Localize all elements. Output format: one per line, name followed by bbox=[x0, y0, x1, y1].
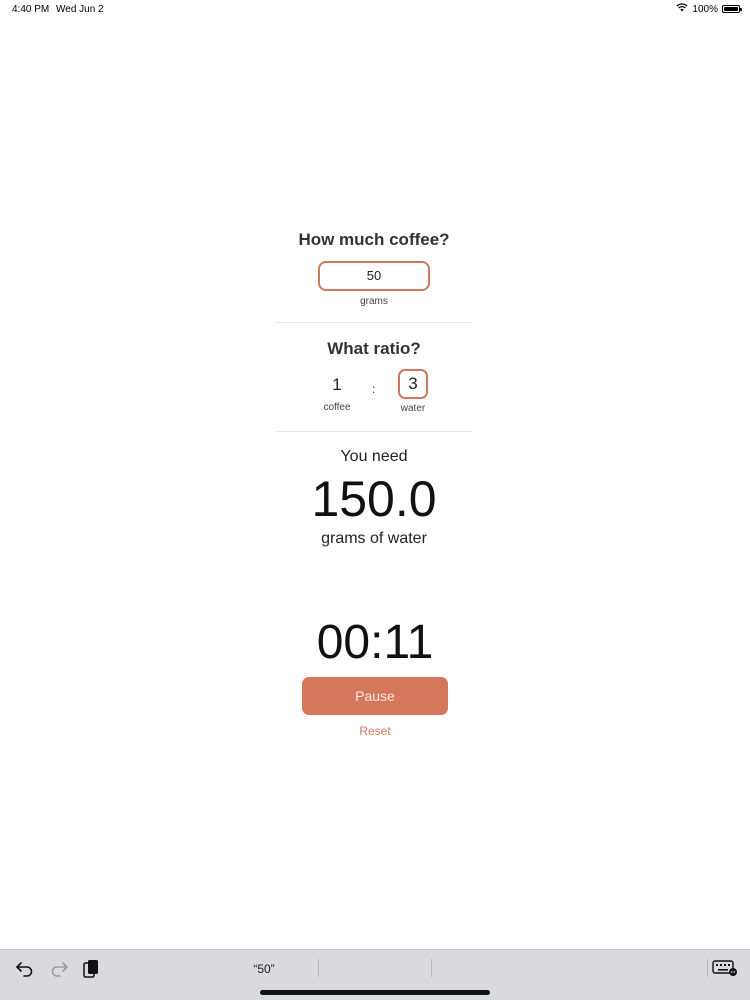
coffee-section: How much coffee? 50 grams bbox=[276, 225, 472, 323]
result-label: You need bbox=[340, 448, 408, 465]
status-bar: 4:40 PM Wed Jun 2 100% bbox=[0, 0, 750, 20]
ratio-row: 1 coffee : 3 water bbox=[276, 369, 472, 419]
suggestion-divider bbox=[318, 959, 319, 977]
home-indicator[interactable] bbox=[260, 990, 490, 995]
status-time: 4:40 PM bbox=[12, 4, 50, 15]
battery-percentage: 100% bbox=[692, 3, 718, 15]
result-value: 150.0 bbox=[311, 471, 437, 527]
ratio-water-label: water bbox=[400, 403, 426, 414]
ratio-coffee: 1 coffee bbox=[320, 375, 354, 413]
ratio-title: What ratio? bbox=[327, 339, 421, 358]
paste-icon[interactable] bbox=[82, 959, 100, 984]
result-unit: grams of water bbox=[321, 530, 427, 547]
undo-icon[interactable] bbox=[15, 959, 35, 982]
keyboard-icon[interactable] bbox=[712, 959, 738, 982]
autocomplete-suggestion[interactable]: “50” bbox=[240, 962, 288, 976]
wifi-icon bbox=[676, 3, 688, 15]
status-right: 100% bbox=[676, 3, 742, 15]
timer-display: 00:11 bbox=[316, 616, 434, 669]
ratio-separator: : bbox=[372, 382, 376, 396]
coffee-unit-label: grams bbox=[360, 296, 388, 307]
battery-icon bbox=[722, 5, 742, 13]
coffee-title: How much coffee? bbox=[298, 230, 450, 249]
ratio-coffee-label: coffee bbox=[323, 402, 351, 413]
ratio-section: What ratio? 1 coffee : 3 water bbox=[276, 323, 472, 432]
toolbar-divider bbox=[707, 959, 708, 977]
status-date: Wed Jun 2 bbox=[56, 4, 104, 15]
suggestion-divider bbox=[431, 959, 432, 977]
result-section: You need 150.0 grams of water bbox=[276, 432, 472, 548]
app-screen: 4:40 PM Wed Jun 2 100% How much coffee? … bbox=[0, 0, 750, 1000]
ratio-coffee-value[interactable]: 1 bbox=[320, 375, 354, 395]
pause-button[interactable]: Pause bbox=[302, 677, 448, 715]
ratio-water: 3 water bbox=[396, 369, 430, 414]
redo-icon[interactable] bbox=[49, 959, 69, 982]
calculator-panel: How much coffee? 50 grams What ratio? 1 … bbox=[276, 225, 472, 548]
coffee-grams-input[interactable]: 50 bbox=[318, 261, 430, 291]
reset-button[interactable]: Reset bbox=[0, 724, 750, 738]
ratio-water-input[interactable]: 3 bbox=[398, 369, 428, 399]
